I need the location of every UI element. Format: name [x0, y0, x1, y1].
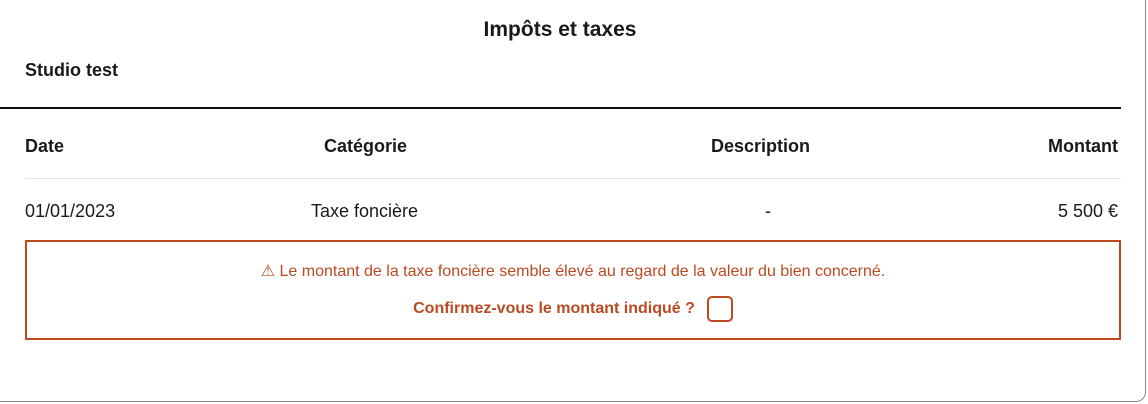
- warning-message: ⚠ Le montant de la taxe foncière semble …: [27, 261, 1119, 281]
- column-header-description: Description: [711, 136, 811, 156]
- confirm-amount-checkbox[interactable]: [706, 296, 733, 322]
- row-date: 01/01/2023: [25, 201, 116, 221]
- header-divider: [0, 107, 1121, 109]
- column-header-amount: Montant: [1048, 136, 1118, 156]
- column-header-category: Catégorie: [324, 136, 408, 156]
- amount-warning-box: ⚠ Le montant de la taxe foncière semble …: [25, 240, 1121, 340]
- column-header-date: Date: [25, 136, 65, 156]
- confirm-amount-label: Confirmez-vous le montant indiqué ?: [413, 300, 695, 317]
- taxes-card: Impôts et taxes Studio test Date Catégor…: [0, 0, 1146, 402]
- property-name: Studio test: [25, 60, 118, 80]
- row-description: -: [765, 201, 771, 221]
- row-amount: 5 500 €: [1057, 201, 1118, 221]
- page-title: Impôts et taxes: [483, 18, 637, 41]
- confirm-row: Confirmez-vous le montant indiqué ?: [27, 296, 1119, 322]
- warning-message-text: Le montant de la taxe foncière semble él…: [279, 263, 886, 280]
- row-separator: [25, 178, 1121, 179]
- row-category: Taxe foncière: [311, 201, 419, 221]
- warning-triangle-icon: ⚠: [260, 263, 276, 280]
